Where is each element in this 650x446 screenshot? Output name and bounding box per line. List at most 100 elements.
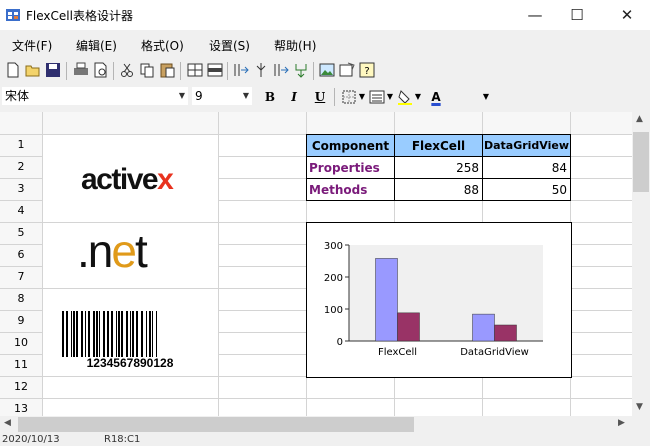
window-title: FlexCell表格设计器 [26, 9, 133, 23]
table-header-flexcell[interactable]: FlexCell [394, 134, 483, 157]
underline-button[interactable]: U [312, 88, 328, 106]
net-logo-cell[interactable]: .net [43, 223, 218, 288]
row-number[interactable]: 3 [0, 178, 42, 200]
font-color-button[interactable]: A [428, 88, 444, 106]
insert-column-icon[interactable] [232, 61, 250, 79]
spreadsheet-grid[interactable]: 1 2 3 4 5 6 7 8 9 10 11 12 13 activex .n… [0, 112, 632, 416]
table-cell[interactable]: 50 [482, 178, 571, 201]
y-tick-label: 0 [337, 337, 343, 348]
align-icon[interactable] [368, 88, 386, 106]
activex-logo-cell[interactable]: activex [43, 135, 218, 222]
format-bar: 宋体 ▼ 9 ▼ B I U ▼ ▼ ▼ A ▼ [0, 85, 650, 109]
row-number[interactable]: 4 [0, 200, 42, 222]
chevron-down-icon: ▼ [178, 91, 185, 100]
scroll-up-icon[interactable]: ▲ [636, 114, 643, 124]
open-folder-icon[interactable] [24, 61, 42, 79]
table-header-datagridview[interactable]: DataGridView [482, 134, 571, 157]
table-row-label[interactable]: Methods [306, 178, 395, 201]
cut-icon[interactable] [118, 61, 136, 79]
font-size-select[interactable]: 9 ▼ [192, 87, 252, 105]
row-number[interactable]: 6 [0, 244, 42, 266]
help-icon[interactable]: ? [358, 61, 376, 79]
italic-button[interactable]: I [286, 88, 302, 106]
toolbar-separator [334, 88, 335, 106]
horizontal-scrollbar[interactable]: ◀ ▶ [0, 416, 632, 433]
font-size-value: 9 [195, 89, 203, 103]
barcode-bar [136, 311, 138, 357]
status-cell: R18:C1 [104, 434, 141, 445]
scroll-right-icon[interactable]: ▶ [618, 418, 625, 428]
barcode-cell[interactable]: 1234567890128 [43, 289, 218, 376]
table-cell[interactable]: 258 [394, 156, 483, 179]
row-number[interactable]: 2 [0, 156, 42, 178]
close-button[interactable]: ✕ [604, 0, 650, 30]
new-file-icon[interactable] [4, 61, 22, 79]
merge-down-icon[interactable] [292, 61, 310, 79]
table-cell[interactable]: 84 [482, 156, 571, 179]
minimize-button[interactable]: — [512, 0, 558, 30]
menu-file[interactable]: 文件(F) [12, 37, 52, 54]
barcode-bar [103, 311, 105, 357]
row-number[interactable]: 13 [0, 398, 42, 416]
table-header-component[interactable]: Component [306, 134, 395, 157]
chevron-down-icon[interactable]: ▼ [414, 88, 422, 106]
chevron-down-icon[interactable]: ▼ [482, 88, 490, 106]
row-number[interactable]: 9 [0, 310, 42, 332]
save-icon[interactable] [44, 61, 62, 79]
grid-line [0, 398, 632, 399]
row-number[interactable]: 5 [0, 222, 42, 244]
properties-icon[interactable] [338, 61, 356, 79]
menu-settings[interactable]: 设置(S) [209, 37, 250, 54]
row-number[interactable]: 10 [0, 332, 42, 354]
menu-edit[interactable]: 编辑(E) [76, 37, 117, 54]
barcode-bar [96, 311, 98, 357]
chevron-down-icon[interactable]: ▼ [358, 88, 366, 106]
split-column-icon[interactable] [252, 61, 270, 79]
activex-logo: activex [81, 163, 174, 196]
status-date: 2020/10/13 [2, 434, 60, 445]
menu-format[interactable]: 格式(O) [141, 37, 184, 54]
vertical-scrollbar[interactable]: ▲ ▼ [632, 112, 650, 416]
row-number[interactable]: 12 [0, 376, 42, 398]
row-number[interactable]: 1 [0, 134, 42, 156]
table-cell[interactable]: 88 [394, 178, 483, 201]
row-number[interactable]: 7 [0, 266, 42, 288]
vertical-scroll-thumb[interactable] [633, 132, 649, 192]
insert-image-icon[interactable] [318, 61, 336, 79]
borders-icon[interactable] [340, 88, 358, 106]
toolbar-separator [180, 62, 181, 80]
barcode-bar [107, 311, 109, 357]
print-preview-icon[interactable] [92, 61, 110, 79]
bold-button[interactable]: B [262, 88, 278, 106]
net-logo: .net [77, 225, 148, 277]
fill-color-icon[interactable] [396, 88, 414, 106]
paste-icon[interactable] [158, 61, 176, 79]
title-bar: FlexCell表格设计器 — ☐ ✕ [0, 0, 650, 30]
move-right-icon[interactable] [272, 61, 290, 79]
barcode-bar [73, 311, 75, 357]
print-icon[interactable] [72, 61, 90, 79]
barcode-bar [81, 311, 83, 357]
bar-chart: 300 200 100 0 FlexCell DataGridView [324, 241, 543, 358]
bar [472, 313, 495, 342]
maximize-button[interactable]: ☐ [554, 0, 600, 30]
font-name-select[interactable]: 宋体 ▼ [2, 87, 188, 105]
app-icon [6, 9, 20, 21]
table-row-label[interactable]: Properties [306, 156, 395, 179]
barcode-bar [126, 311, 128, 357]
toolbar-separator [66, 62, 67, 80]
insert-row-icon[interactable] [186, 61, 204, 79]
bar [494, 324, 517, 342]
menu-help[interactable]: 帮助(H) [274, 37, 316, 54]
chart-cell[interactable]: 300 200 100 0 FlexCell DataGridView [306, 222, 572, 378]
row-number[interactable]: 11 [0, 354, 42, 376]
horizontal-scroll-thumb[interactable] [18, 417, 414, 432]
barcode-bar [76, 311, 78, 357]
chevron-down-icon[interactable]: ▼ [386, 88, 394, 106]
delete-row-icon[interactable] [206, 61, 224, 79]
scroll-down-icon[interactable]: ▼ [636, 402, 643, 412]
barcode-bar [146, 311, 147, 357]
scroll-left-icon[interactable]: ◀ [4, 418, 11, 428]
row-number[interactable]: 8 [0, 288, 42, 310]
copy-icon[interactable] [138, 61, 156, 79]
